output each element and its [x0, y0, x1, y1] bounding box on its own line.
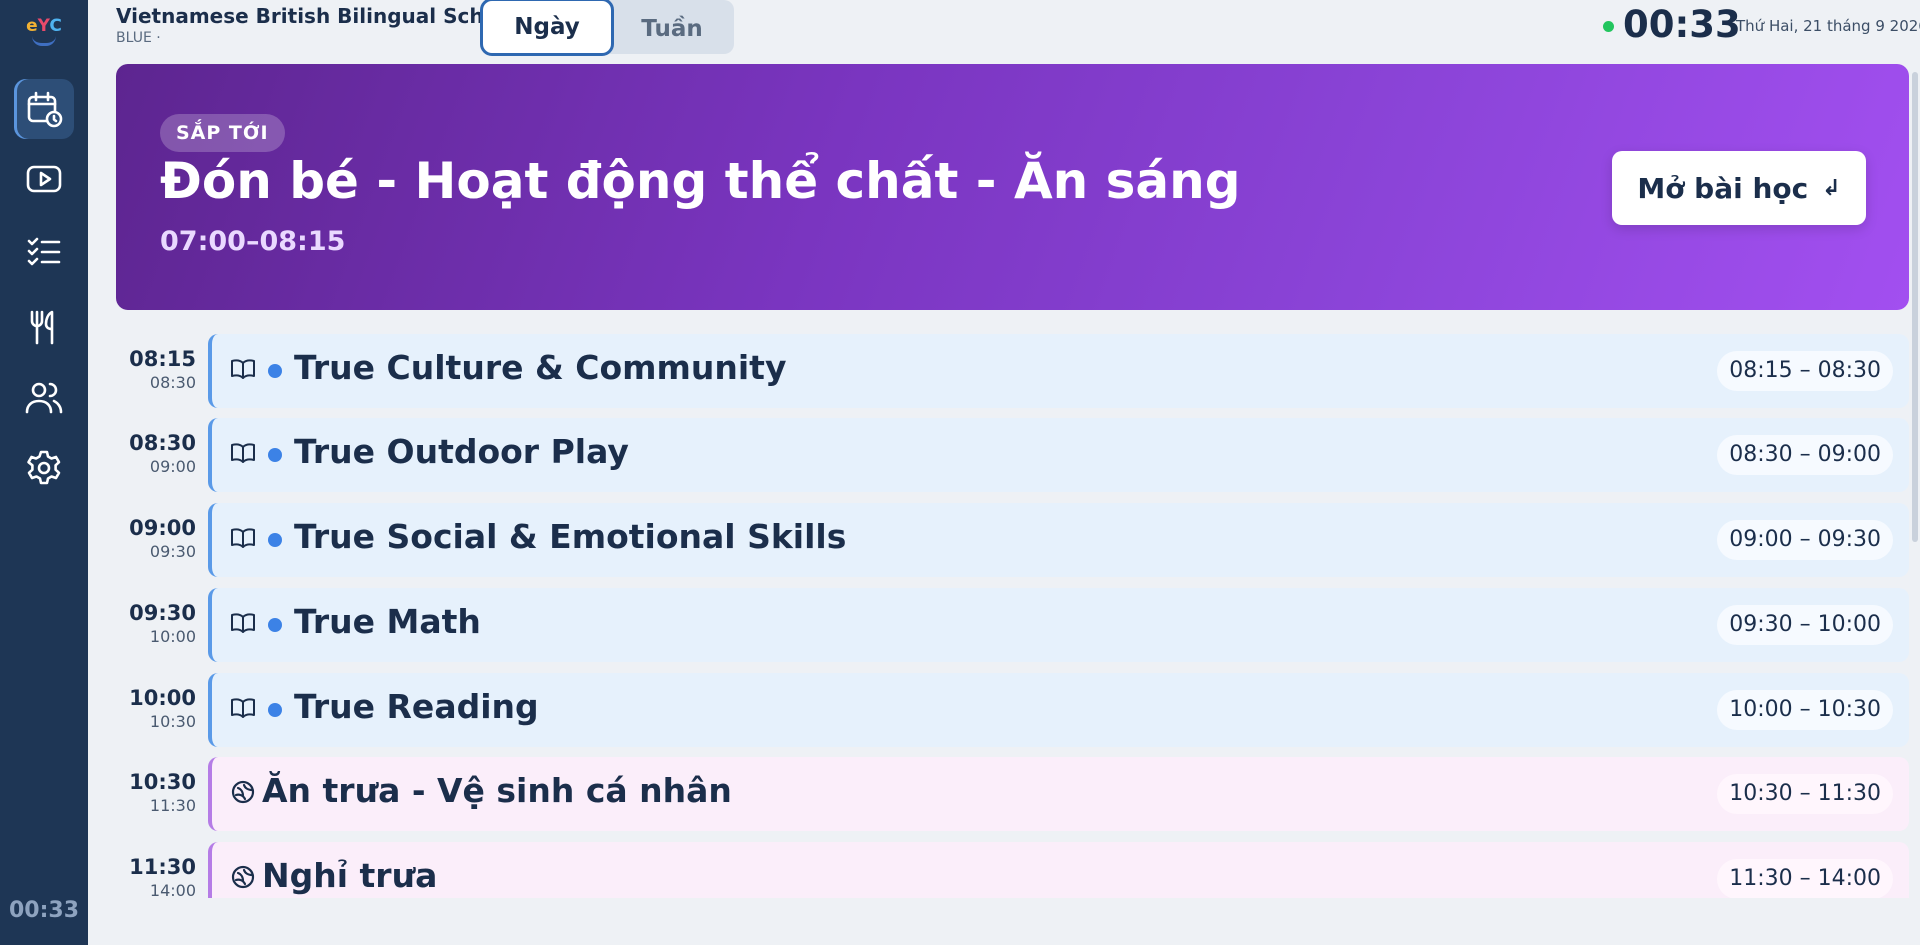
- logo-letter-y: Y: [37, 16, 50, 36]
- schedule-list: 08:15 08:30 True Culture & Community 08:…: [116, 330, 1909, 898]
- end-time: 14:00: [149, 881, 196, 898]
- sidebar: eYC 00:33: [0, 0, 88, 945]
- lesson-title: True Culture & Community: [294, 348, 787, 387]
- lesson-card[interactable]: True Culture & Community 08:15 – 08:30: [208, 334, 1909, 408]
- lesson-dot: [268, 618, 282, 632]
- open-lesson-button[interactable]: Mở bài học ↲: [1612, 151, 1866, 225]
- end-time: 08:30: [149, 373, 196, 392]
- time-range-badge: 08:15 – 08:30: [1717, 351, 1893, 391]
- lesson-dot: [268, 364, 282, 378]
- time-range-badge: 08:30 – 09:00: [1717, 435, 1893, 475]
- schedule-row: 08:15 08:30 True Culture & Community 08:…: [116, 330, 1909, 409]
- calendar-clock-icon: [27, 91, 63, 128]
- book-icon: [231, 443, 255, 463]
- sidebar-item-schedule[interactable]: [14, 79, 74, 139]
- lesson-dot: [268, 533, 282, 547]
- routine-title: Ăn trưa - Vệ sinh cá nhân: [262, 771, 732, 810]
- view-toggle: Ngày Tuần: [480, 0, 734, 56]
- return-arrow-icon: ↲: [1822, 175, 1841, 201]
- time-column: 10:00 10:30: [116, 669, 196, 731]
- play-icon: [26, 165, 62, 193]
- header-date: Thứ Hai, 21 tháng 9 2026: [1736, 17, 1920, 35]
- upcoming-badge: SẮP TỚI: [160, 114, 285, 152]
- routine-icon: [231, 780, 255, 804]
- routine-card[interactable]: Ăn trưa - Vệ sinh cá nhân 10:30 – 11:30: [208, 757, 1909, 831]
- open-lesson-label: Mở bài học: [1637, 171, 1809, 205]
- upcoming-time: 07:00–08:15: [160, 226, 346, 257]
- routine-icon: [231, 865, 255, 889]
- lesson-title: True Reading: [294, 687, 539, 726]
- time-column: 11:30 14:00: [116, 838, 196, 898]
- lesson-card[interactable]: True Outdoor Play 08:30 – 09:00: [208, 418, 1909, 492]
- time-column: 09:00 09:30: [116, 499, 196, 561]
- book-icon: [231, 698, 255, 718]
- sidebar-item-settings[interactable]: [14, 438, 74, 498]
- sidebar-item-checklist[interactable]: [14, 222, 74, 282]
- routine-card[interactable]: Nghỉ trưa 11:30 – 14:00: [208, 842, 1909, 898]
- day-view-button[interactable]: Ngày: [480, 0, 614, 56]
- time-column: 08:15 08:30: [116, 330, 196, 392]
- start-time: 11:30: [129, 855, 196, 879]
- app-logo[interactable]: eYC: [24, 10, 64, 46]
- book-icon: [231, 359, 255, 379]
- end-time: 09:00: [149, 457, 196, 476]
- lesson-title: True Math: [294, 602, 481, 641]
- time-range-badge: 10:00 – 10:30: [1717, 690, 1893, 730]
- upcoming-banner: SẮP TỚI Đón bé - Hoạt động thể chất - Ăn…: [116, 64, 1909, 310]
- schedule-row: 09:00 09:30 True Social & Emotional Skil…: [116, 499, 1909, 578]
- start-time: 10:00: [129, 686, 196, 710]
- gear-icon: [27, 450, 61, 485]
- start-time: 08:30: [129, 431, 196, 455]
- schedule-row: 11:30 14:00 Nghỉ trưa 11:30 – 14:00: [116, 838, 1909, 898]
- time-column: 08:30 09:00: [116, 414, 196, 476]
- sidebar-clock: 00:33: [8, 898, 80, 923]
- time-range-badge: 11:30 – 14:00: [1717, 859, 1893, 898]
- checklist-icon: [27, 237, 61, 266]
- sidebar-item-students[interactable]: [14, 368, 74, 428]
- week-view-button[interactable]: Tuần: [610, 0, 734, 58]
- sidebar-item-meals[interactable]: [14, 297, 74, 357]
- online-status-dot: [1603, 21, 1614, 32]
- end-time: 10:30: [149, 712, 196, 731]
- start-time: 10:30: [129, 770, 196, 794]
- start-time: 09:00: [129, 516, 196, 540]
- lesson-card[interactable]: True Math 09:30 – 10:00: [208, 588, 1909, 662]
- start-time: 08:15: [129, 347, 196, 371]
- book-icon: [231, 613, 255, 633]
- time-column: 09:30 10:00: [116, 584, 196, 646]
- logo-letter-e: e: [26, 16, 38, 36]
- lesson-title: True Social & Emotional Skills: [294, 517, 847, 556]
- header-clock: 00:33: [1623, 3, 1741, 46]
- end-time: 11:30: [149, 796, 196, 815]
- upcoming-title: Đón bé - Hoạt động thể chất - Ăn sáng: [160, 152, 1241, 210]
- schedule-row: 10:30 11:30 Ăn trưa - Vệ sinh cá nhân 10…: [116, 753, 1909, 832]
- school-name: Vietnamese British Bilingual School: [116, 4, 518, 28]
- routine-title: Nghỉ trưa: [262, 856, 438, 895]
- schedule-row: 10:00 10:30 True Reading 10:00 – 10:30: [116, 669, 1909, 748]
- lesson-title: True Outdoor Play: [294, 432, 629, 471]
- lesson-card[interactable]: True Social & Emotional Skills 09:00 – 0…: [208, 503, 1909, 577]
- class-name: BLUE ·: [116, 30, 161, 46]
- end-time: 09:30: [149, 542, 196, 561]
- time-range-badge: 10:30 – 11:30: [1717, 774, 1893, 814]
- start-time: 09:30: [129, 601, 196, 625]
- utensils-icon: [30, 310, 54, 345]
- lesson-dot: [268, 703, 282, 717]
- end-time: 10:00: [149, 627, 196, 646]
- users-icon: [25, 382, 63, 414]
- sidebar-item-video[interactable]: [14, 149, 74, 209]
- time-range-badge: 09:00 – 09:30: [1717, 520, 1893, 560]
- lesson-dot: [268, 448, 282, 462]
- lesson-card[interactable]: True Reading 10:00 – 10:30: [208, 673, 1909, 747]
- book-icon: [231, 528, 255, 548]
- scrollbar[interactable]: [1912, 72, 1918, 542]
- schedule-row: 09:30 10:00 True Math 09:30 – 10:00: [116, 584, 1909, 663]
- time-column: 10:30 11:30: [116, 753, 196, 815]
- logo-letter-c: C: [49, 16, 62, 36]
- logo-arc: [32, 36, 56, 46]
- time-range-badge: 09:30 – 10:00: [1717, 605, 1893, 645]
- schedule-row: 08:30 09:00 True Outdoor Play 08:30 – 09…: [116, 414, 1909, 493]
